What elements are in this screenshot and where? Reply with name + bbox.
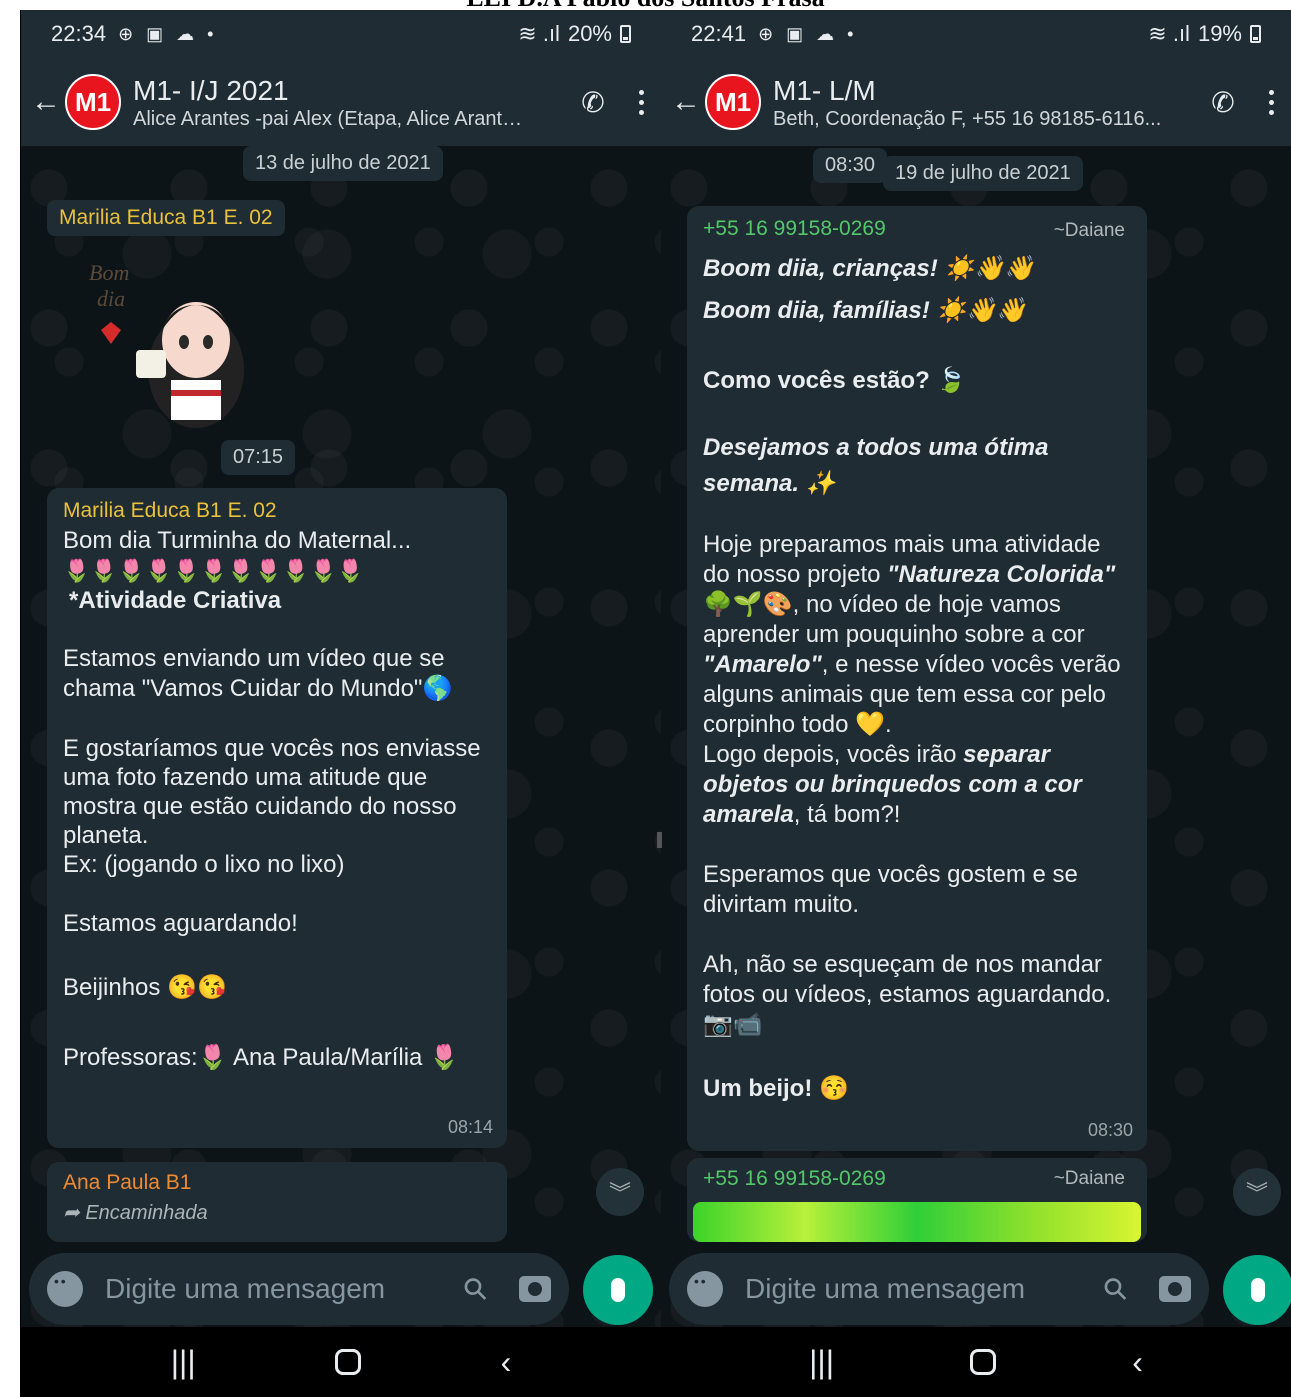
- status-time: 22:34: [51, 21, 107, 46]
- message-sender[interactable]: Ana Paula B1: [63, 1168, 491, 1198]
- message-composer[interactable]: Digite uma mensagem ⚲: [669, 1253, 1209, 1325]
- mic-button[interactable]: [583, 1255, 653, 1325]
- message-timestamp: 08:14: [447, 1117, 493, 1137]
- chat-header: ← M1 M1- I/J 2021 Alice Arantes -pai Ale…: [21, 58, 661, 146]
- scroll-down-icon[interactable]: ︾: [596, 1168, 644, 1216]
- message-paragraph: Beijinhos 😘😘: [63, 974, 227, 1001]
- chat-participants: Beth, Coordenação F, +55 16 98185-6116..…: [773, 107, 1162, 130]
- message-question: Como vocês estão? 🍃: [703, 367, 967, 394]
- message-paragraph: Esperamos que vocês gostem e se divirtam…: [703, 861, 1078, 918]
- message-line: Bom dia Turminha do Maternal...: [63, 527, 412, 554]
- emoji-icon[interactable]: [47, 1271, 83, 1307]
- message-input[interactable]: Digite uma mensagem: [745, 1273, 1105, 1305]
- add-call-icon[interactable]: ✆: [565, 86, 621, 119]
- message-wish: Desejamos a todos uma ótima semana. ✨: [703, 434, 1049, 497]
- chat-title: M1- L/M: [773, 74, 876, 106]
- mic-button[interactable]: [1223, 1255, 1291, 1325]
- message-composer[interactable]: Digite uma mensagem ⚲: [29, 1253, 569, 1325]
- video-thumbnail[interactable]: [693, 1202, 1141, 1242]
- group-avatar[interactable]: M1: [705, 74, 761, 130]
- recents-icon[interactable]: |||: [809, 1344, 834, 1381]
- sender-name-tag: ~Daiane: [1053, 1168, 1125, 1189]
- nav-back-icon[interactable]: ‹: [501, 1344, 512, 1381]
- message-paragraph: E gostaríamos que vocês nos enviasse uma…: [63, 735, 481, 878]
- right-phone-screen: 22:41 ⊕ ▣ ☁ • ≋ .ıl 19% ← M1 M1- L/M Bet…: [661, 10, 1291, 1397]
- message-bubble[interactable]: +55 16 99158-0269 ~Daiane Boom diia, cri…: [687, 206, 1147, 1151]
- battery-icon: [620, 25, 631, 43]
- notification-icons: ⊕ ▣ ☁ •: [758, 23, 858, 44]
- screen-divider: [657, 832, 662, 848]
- date-chip: 19 de julho de 2021: [883, 156, 1083, 191]
- add-call-icon[interactable]: ✆: [1195, 86, 1251, 119]
- more-options-icon[interactable]: [1251, 89, 1291, 115]
- next-message-bubble[interactable]: +55 16 99158-0269 ~Daiane: [687, 1158, 1147, 1242]
- date-chip: 13 de julho de 2021: [243, 146, 443, 181]
- scroll-down-icon[interactable]: ︾: [1233, 1168, 1281, 1216]
- camera-icon[interactable]: [1159, 1276, 1191, 1302]
- message-paragraph: Estamos aguardando!: [63, 910, 298, 937]
- battery-level: 19%: [1197, 21, 1242, 46]
- battery-level: 20%: [567, 21, 612, 46]
- tulip-emojis: 🌷🌷🌷🌷🌷🌷🌷🌷🌷🌷🌷: [63, 558, 365, 583]
- document-title: EEI D.A Pablo dos Santos Frasa: [0, 0, 1291, 11]
- nav-back-icon[interactable]: ‹: [1132, 1344, 1143, 1381]
- chat-header: ← M1 M1- L/M Beth, Coordenação F, +55 16…: [661, 58, 1291, 146]
- chat-title: M1- I/J 2021: [133, 74, 289, 106]
- wifi-icon: ≋ .ıl: [1148, 21, 1190, 46]
- page: EEI D.A Pablo dos Santos Frasa 22:34 ⊕ ▣…: [0, 0, 1291, 1397]
- sender-name-tag: ~Daiane: [1053, 220, 1125, 241]
- message-paragraph: Estamos enviando um vídeo que se chama "…: [63, 645, 453, 702]
- forwarded-message-bubble[interactable]: Ana Paula B1 ➦ Encaminhada: [47, 1162, 507, 1242]
- left-phone-screen: 22:34 ⊕ ▣ ☁ • ≋ .ıl 20% ← M1 M1- I/J 202…: [21, 10, 661, 1397]
- greeting-line: Boom diia, crianças! ☀️👋👋: [703, 255, 1035, 282]
- message-closing: Um beijo! 😚: [703, 1075, 849, 1102]
- chat-title-area[interactable]: M1- L/M Beth, Coordenação F, +55 16 9818…: [773, 74, 1195, 131]
- message-paragraph: Hoje preparamos mais uma atividade do no…: [703, 531, 1121, 738]
- emoji-icon[interactable]: [687, 1271, 723, 1307]
- status-bar: 22:34 ⊕ ▣ ☁ • ≋ .ıl 20%: [21, 10, 661, 58]
- wifi-icon: ≋ .ıl: [518, 21, 560, 46]
- message-timestamp: 08:30: [1087, 1120, 1133, 1140]
- forwarded-label: ➦ Encaminhada: [63, 1202, 208, 1224]
- camera-icon[interactable]: [519, 1276, 551, 1302]
- home-icon[interactable]: [970, 1349, 997, 1375]
- android-nav-bar: ||| ‹: [661, 1327, 1291, 1397]
- forward-icon: ➦: [63, 1202, 86, 1224]
- message-input[interactable]: Digite uma mensagem: [105, 1273, 465, 1305]
- recents-icon[interactable]: |||: [171, 1344, 196, 1381]
- battery-icon: [1250, 25, 1261, 43]
- message-paragraph: Logo depois, vocês irão separar objetos …: [703, 741, 1082, 828]
- message-signature: Professoras:🌷 Ana Paula/Marília 🌷: [63, 1044, 459, 1071]
- back-arrow-icon[interactable]: ←: [31, 85, 65, 119]
- message-bubble[interactable]: Marilia Educa B1 E. 02 Bom dia Turminha …: [47, 488, 507, 1148]
- back-arrow-icon[interactable]: ←: [671, 85, 705, 119]
- mic-icon: [1251, 1278, 1265, 1302]
- chat-title-area[interactable]: M1- I/J 2021 Alice Arantes -pai Alex (Et…: [133, 74, 565, 131]
- message-paragraph: Ah, não se esqueçam de nos mandar fotos …: [703, 951, 1112, 1038]
- svg-text:dia: dia: [97, 286, 125, 311]
- bom-dia-sticker[interactable]: Bom dia: [81, 250, 271, 430]
- group-avatar[interactable]: M1: [65, 74, 121, 130]
- message-heading: *Atividade Criativa: [69, 587, 282, 614]
- status-bar: 22:41 ⊕ ▣ ☁ • ≋ .ıl 19%: [661, 10, 1291, 58]
- sticker-sender: Marilia Educa B1 E. 02: [47, 200, 285, 236]
- mic-icon: [611, 1278, 625, 1302]
- time-chip: 08:30: [813, 148, 888, 183]
- sticker-timestamp: 07:15: [221, 440, 296, 475]
- greeting-line: Boom diia, famílias! ☀️👋👋: [703, 297, 1027, 324]
- more-options-icon[interactable]: [621, 89, 661, 115]
- status-time: 22:41: [691, 21, 747, 46]
- chat-participants: Alice Arantes -pai Alex (Etapa, Alice Ar…: [133, 107, 528, 130]
- sticker-caption: Bom: [89, 260, 129, 285]
- android-nav-bar: ||| ‹: [21, 1327, 661, 1397]
- home-icon[interactable]: [335, 1349, 362, 1375]
- notification-icons: ⊕ ▣ ☁ •: [118, 23, 218, 44]
- message-sender[interactable]: Marilia Educa B1 E. 02: [63, 496, 491, 526]
